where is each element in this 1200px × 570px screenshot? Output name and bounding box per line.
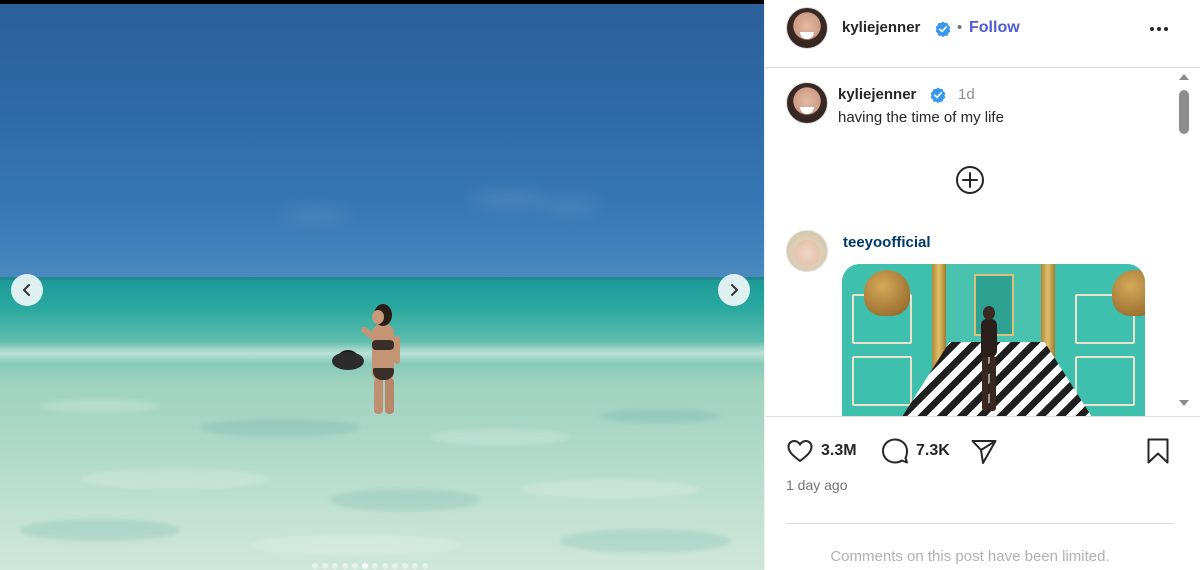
caption-author-avatar[interactable] [786,82,828,124]
like-button[interactable]: 3.3M [786,436,857,466]
comment-button[interactable]: 7.3K [881,436,950,466]
post-media[interactable] [0,0,764,570]
share-button[interactable] [970,436,998,466]
post-details-panel: kyliejenner • Follow kyliejenner 1d havi… [764,0,1200,570]
person-in-sea [330,300,420,425]
divider [786,523,1174,524]
follow-button[interactable]: Follow [969,19,1020,37]
more-options-button[interactable] [1145,16,1173,42]
carousel-dot [382,563,388,569]
comments-scrollbar[interactable] [1176,68,1192,417]
carousel-dot [402,563,408,569]
caption-username[interactable]: kyliejenner [838,86,916,103]
carousel-dot [392,563,398,569]
comment-gif[interactable] [842,264,1145,416]
carousel-dot [352,563,358,569]
author-avatar[interactable] [786,7,828,49]
carousel-dot [342,563,348,569]
carousel-dot [422,563,428,569]
scroll-down-arrow[interactable] [1179,400,1189,406]
comment-bubble-icon [882,438,908,464]
commenter-username[interactable]: teeyoofficial [843,234,931,251]
chevron-left-icon [23,284,30,296]
plus-circle-icon[interactable] [954,164,986,196]
caption-text: having the time of my life [838,109,1004,126]
header-separator: • [957,19,963,36]
comment-count[interactable]: 7.3K [916,442,950,460]
carousel-dot [362,563,368,569]
verified-badge-icon [935,21,951,37]
send-icon [971,440,997,464]
scroll-thumb[interactable] [1179,90,1189,134]
comments-section[interactable]: kyliejenner 1d having the time of my lif… [765,68,1200,417]
caption-timestamp[interactable]: 1d [958,86,975,103]
more-options-icon [1150,27,1154,31]
carousel-dot [332,563,338,569]
carousel-dot [372,563,378,569]
save-button[interactable] [1144,436,1172,466]
like-count[interactable]: 3.3M [821,442,857,460]
verified-badge-icon [930,87,946,103]
heart-icon [787,440,813,462]
post-timestamp[interactable]: 1 day ago [786,477,848,493]
carousel-dot [412,563,418,569]
carousel-prev-button[interactable] [11,274,43,306]
carousel-dot [322,563,328,569]
carousel-indicator [312,562,428,570]
post-header: kyliejenner • Follow [765,0,1200,68]
sky [0,4,764,279]
author-username[interactable]: kyliejenner [842,19,920,36]
post-actions: 3.3M 7.3K 1 day ago [765,418,1200,528]
horizon-line [0,277,764,280]
chevron-right-icon [731,284,738,296]
bookmark-icon [1147,438,1169,464]
scroll-up-arrow[interactable] [1179,74,1189,80]
carousel-dot [312,563,318,569]
carousel-next-button[interactable] [718,274,750,306]
commenter-avatar[interactable] [786,230,828,272]
comments-limited-notice: Comments on this post have been limited. [830,548,1110,565]
